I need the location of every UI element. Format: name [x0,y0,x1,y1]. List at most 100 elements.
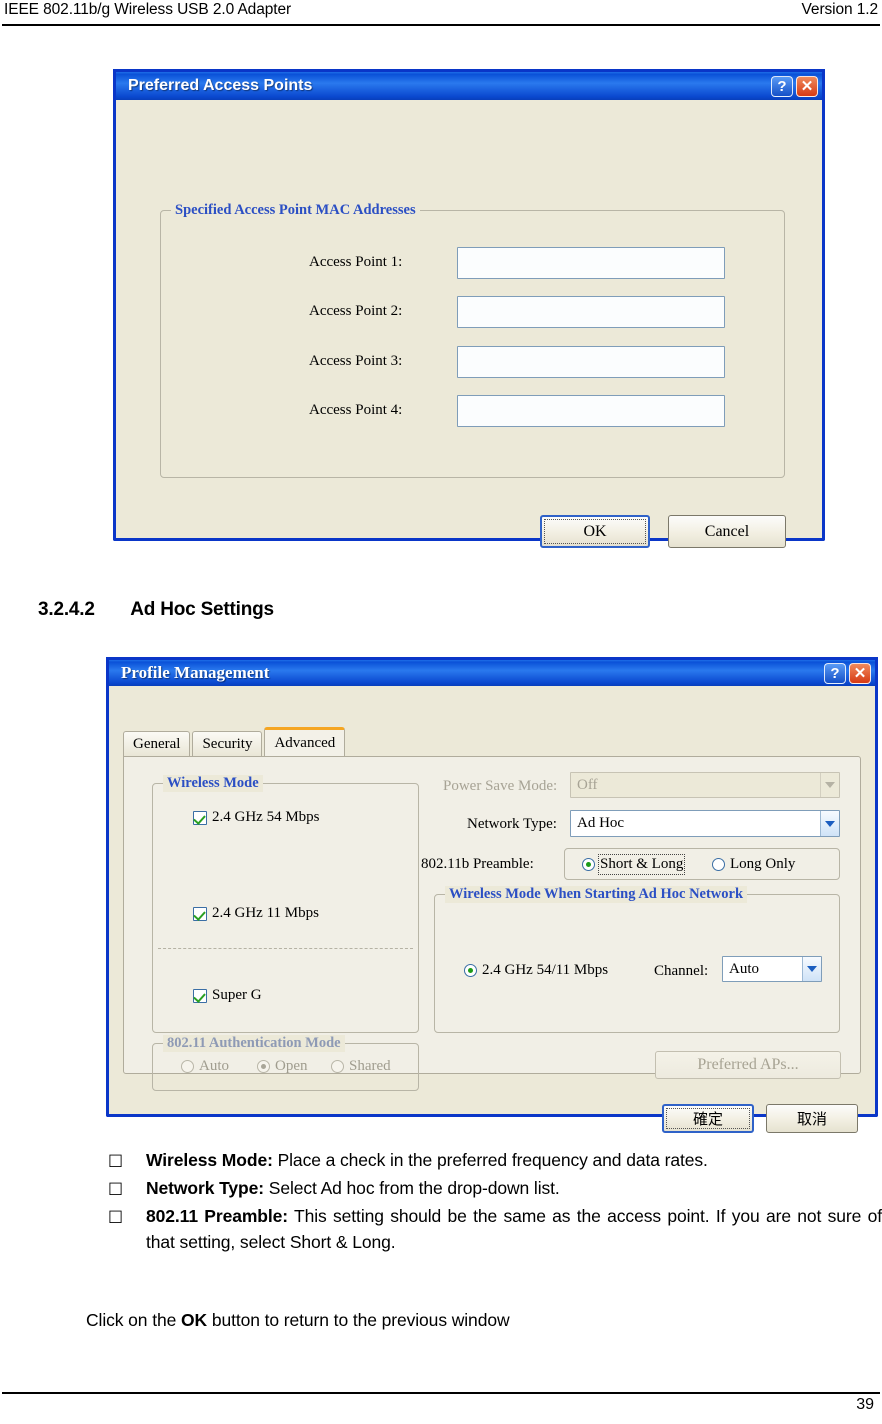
list-item-term: Wireless Mode: [146,1150,273,1170]
closing-paragraph: Click on the OK button to return to the … [86,1307,786,1333]
auth-mode-option-auto-label: Auto [199,1058,229,1074]
close-icon[interactable]: ✕ [796,75,818,97]
dialog-body: General Security Advanced Wireless Mode … [109,686,875,1143]
channel-value: Auto [729,960,759,977]
ok-button[interactable]: OK [540,515,650,548]
chevron-down-icon[interactable] [820,811,839,836]
header-version: Version 1.2 [801,1,879,18]
description-bullet-list: □ Wireless Mode: Place a check in the pr… [108,1147,882,1257]
page-number: 39 [856,1396,874,1413]
auth-mode-option-shared-label: Shared [349,1058,391,1074]
chevron-down-icon[interactable] [802,957,821,981]
bullet-icon: □ [108,1150,124,1169]
cancel-button-label: Cancel [704,522,750,540]
tab-advanced-label: Advanced [274,734,336,751]
radio-icon[interactable] [712,858,725,871]
preferred-access-points-dialog: Preferred Access Points ? ✕ Specified Ac… [113,69,825,548]
tab-general-label: General [133,735,181,752]
chevron-down-icon [820,773,839,797]
tab-general[interactable]: General [123,731,191,756]
header-divider [2,24,880,26]
checkbox-icon[interactable] [193,906,207,921]
auth-mode-option-auto: Auto [181,1058,229,1075]
radio-icon [331,1060,344,1073]
bullet-icon: □ [108,1206,124,1225]
wireless-mode-divider [158,948,413,949]
preamble-option-short-and-long[interactable]: Short & Long [582,854,686,875]
preferred-aps-button-label: Preferred APs... [697,1056,799,1073]
list-item-body: Place a check in the preferred frequency… [272,1150,708,1170]
list-item: □ Network Type: Select Ad hoc from the d… [108,1175,882,1201]
radio-icon [257,1060,270,1073]
access-point-3-label: Access Point 3: [309,353,403,369]
help-icon[interactable]: ? [771,75,793,97]
bullet-icon: □ [108,1178,124,1197]
channel-label: Channel: [654,963,709,979]
dialog-titlebar: Profile Management ? ✕ [109,657,875,686]
titlebar-buttons: ? ✕ [824,662,871,684]
network-type-select[interactable]: Ad Hoc [570,810,840,837]
wireless-mode-option-0-label: 2.4 GHz 54 Mbps [212,809,320,825]
access-point-3-input[interactable] [457,346,725,378]
group-title: Wireless Mode When Starting Ad Hoc Netwo… [445,886,748,903]
channel-select[interactable]: Auto [722,956,822,982]
dialog-titlebar: Preferred Access Points ? ✕ [116,69,822,100]
help-icon[interactable]: ? [824,662,846,684]
adhoc-rate-option-label: 2.4 GHz 54/11 Mbps [482,962,609,978]
tab-security-label: Security [202,735,253,752]
close-icon[interactable]: ✕ [849,662,871,684]
auth-mode-option-open: Open [257,1058,308,1075]
profile-management-dialog: Profile Management ? ✕ General Security … [106,657,878,1133]
checkbox-icon[interactable] [193,988,207,1003]
preamble-option-long-only-label: Long Only [730,856,796,872]
network-type-label: Network Type: [467,816,557,832]
preferred-aps-button: Preferred APs... [655,1051,841,1079]
access-point-2-input[interactable] [457,296,725,328]
power-save-mode-value: Off [577,776,598,793]
radio-icon[interactable] [464,964,477,977]
wireless-mode-option-0[interactable]: 2.4 GHz 54 Mbps [193,809,320,826]
section-heading: 3.2.4.2 Ad Hoc Settings [38,599,274,621]
ok-button-label: 確定 [692,1110,723,1128]
tab-advanced[interactable]: Advanced [264,727,346,756]
closing-post: button to return to the previous window [207,1310,510,1330]
profile-tabs: General Security Advanced [123,727,346,756]
cancel-button[interactable]: Cancel [668,515,786,548]
access-point-1-label: Access Point 1: [309,254,403,270]
ok-button-label: OK [583,522,607,540]
ok-button[interactable]: 確定 [662,1104,754,1133]
wireless-mode-option-1[interactable]: 2.4 GHz 11 Mbps [193,905,319,922]
wireless-mode-option-2[interactable]: Super G [193,987,262,1004]
dialog-title: Preferred Access Points [128,77,313,94]
access-point-4-label: Access Point 4: [309,402,403,418]
access-point-4-input[interactable] [457,395,725,427]
group-title: Wireless Mode [163,775,263,792]
preamble-option-short-and-long-label: Short & Long [597,854,686,875]
adhoc-rate-option[interactable]: 2.4 GHz 54/11 Mbps [464,962,608,979]
group-title: 802.11 Authentication Mode [163,1035,345,1052]
list-item-body: Select Ad hoc from the drop-down list. [263,1178,560,1198]
radio-icon[interactable] [582,858,595,871]
access-point-2-label: Access Point 2: [309,303,403,319]
checkbox-icon[interactable] [193,810,207,825]
cancel-button[interactable]: 取消 [766,1104,858,1133]
section-number: 3.2.4.2 [38,599,95,620]
list-item-text: Network Type: Select Ad hoc from the dro… [146,1175,882,1201]
radio-icon [181,1060,194,1073]
power-save-mode-label: Power Save Mode: [443,778,558,794]
list-item-text: 802.11 Preamble: This setting should be … [146,1203,882,1255]
power-save-mode-select: Off [570,772,840,798]
closing-bold: OK [181,1310,208,1330]
list-item: □ Wireless Mode: Place a check in the pr… [108,1147,882,1173]
preamble-option-long-only[interactable]: Long Only [712,856,795,873]
access-point-1-input[interactable] [457,247,725,279]
list-item: □ 802.11 Preamble: This setting should b… [108,1203,882,1255]
titlebar-buttons: ? ✕ [771,75,818,97]
cancel-button-label: 取消 [796,1110,827,1128]
footer-divider [2,1392,880,1394]
dialog-title: Profile Management [121,663,270,682]
network-type-value: Ad Hoc [577,815,625,831]
header-product-title: IEEE 802.11b/g Wireless USB 2.0 Adapter [4,1,292,18]
tab-security[interactable]: Security [192,731,263,756]
group-title: Specified Access Point MAC Addresses [171,202,420,219]
